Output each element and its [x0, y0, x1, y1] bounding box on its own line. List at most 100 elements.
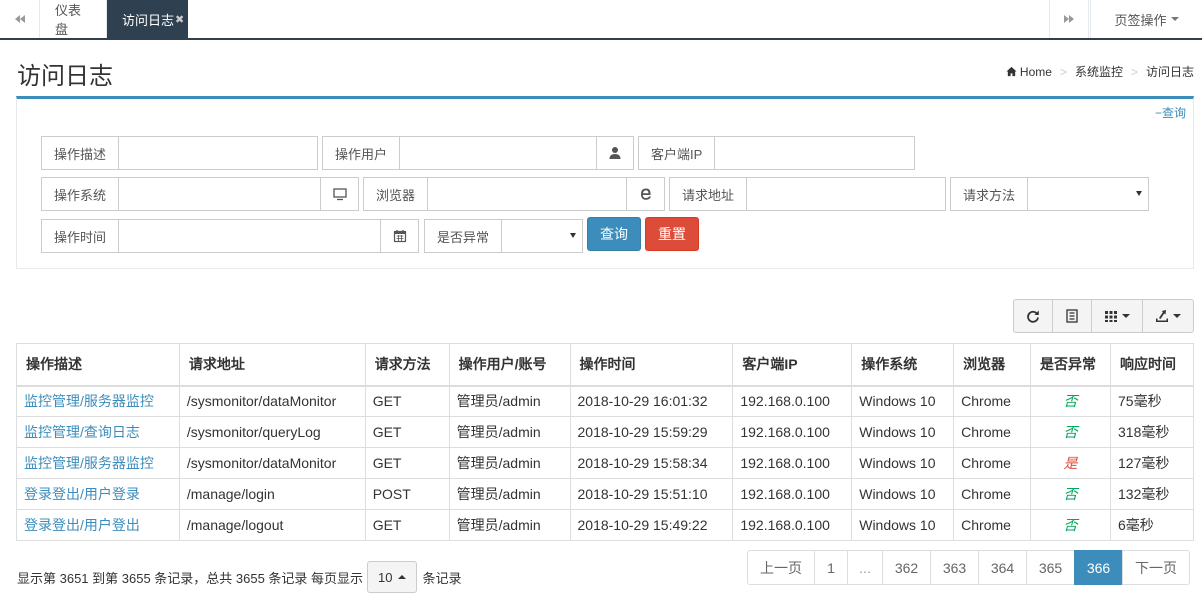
page-button[interactable]: 1	[814, 550, 848, 585]
tab-dashboard[interactable]: 仪表盘	[40, 0, 107, 38]
cell-os: Windows 10	[851, 509, 955, 541]
date-picker-button[interactable]	[380, 220, 418, 252]
cell-desc: 登录登出/用户登出	[16, 509, 180, 541]
page-size-value: 10	[378, 569, 393, 585]
tab-scroll-right-button[interactable]	[1049, 0, 1089, 38]
cell-response-time: 132毫秒	[1110, 478, 1194, 510]
cell-time: 2018-10-29 16:01:32	[570, 385, 734, 417]
toggle-view-button[interactable]	[1052, 299, 1092, 333]
internet-explorer-icon	[640, 188, 651, 200]
table-row[interactable]: 监控管理/服务器监控 /sysmonitor/dataMonitor GET 管…	[16, 447, 1194, 479]
close-icon[interactable]: ✖	[175, 13, 184, 26]
column-header-user[interactable]: 操作用户/账号	[449, 343, 571, 387]
method-select[interactable]	[1028, 178, 1148, 210]
desc-link[interactable]: 监控管理/查询日志	[24, 424, 140, 440]
cell-user: 管理员/admin	[449, 509, 571, 541]
collapse-search-link[interactable]: −查询	[1155, 104, 1186, 121]
browser-picker-button[interactable]	[626, 178, 664, 210]
cell-os: Windows 10	[851, 447, 955, 479]
cell-exception: 否	[1030, 416, 1111, 448]
browser-input[interactable]	[428, 178, 626, 210]
page-button[interactable]: 364	[978, 550, 1027, 585]
column-header-os[interactable]: 操作系统	[851, 343, 955, 387]
cell-response-time: 6毫秒	[1110, 509, 1194, 541]
home-icon	[1006, 66, 1017, 77]
desc-link[interactable]: 登录登出/用户登录	[24, 486, 140, 502]
cell-ip: 192.168.0.100	[732, 416, 853, 448]
user-input[interactable]	[400, 137, 597, 169]
pagination-info-text: 显示第 3651 到第 3655 条记录，总共 3655 条记录 每页显示	[17, 570, 364, 586]
page-button-current[interactable]: 366	[1074, 550, 1123, 585]
cell-time: 2018-10-29 15:59:29	[570, 416, 734, 448]
tab-label: 仪表盘	[55, 3, 82, 37]
minus-icon: −	[1154, 106, 1162, 120]
query-button[interactable]: 查询	[587, 217, 641, 251]
reset-button[interactable]: 重置	[645, 217, 699, 251]
next-page-button[interactable]: 下一页	[1122, 550, 1190, 585]
prev-page-button[interactable]: 上一页	[747, 550, 815, 585]
user-picker-button[interactable]	[596, 137, 633, 169]
breadcrumb-system-monitor[interactable]: 系统监控	[1075, 63, 1123, 80]
os-input[interactable]	[119, 178, 320, 210]
table-row[interactable]: 登录登出/用户登录 /manage/login POST 管理员/admin 2…	[16, 478, 1194, 510]
cell-method: GET	[365, 447, 450, 479]
os-picker-button[interactable]	[320, 178, 358, 210]
exception-badge: 是	[1063, 455, 1078, 471]
tab-label: 访问日志	[122, 12, 175, 28]
pagination: 上一页 1 ... 362 363 364 365 366 下一页	[747, 550, 1190, 585]
cell-user: 管理员/admin	[449, 447, 571, 479]
tab-access-log[interactable]: 访问日志 ✖	[107, 0, 188, 38]
breadcrumb-current: 访问日志	[1145, 65, 1194, 79]
table-row[interactable]: 监控管理/查询日志 /sysmonitor/queryLog GET 管理员/a…	[16, 416, 1194, 448]
column-header-time[interactable]: 操作时间	[570, 343, 734, 387]
exception-select[interactable]	[502, 220, 582, 252]
desc-input[interactable]	[119, 137, 317, 169]
cell-ip: 192.168.0.100	[732, 447, 853, 479]
desc-link[interactable]: 监控管理/服务器监控	[24, 455, 154, 471]
tab-bar: 仪表盘 访问日志 ✖ 页签操作	[0, 0, 1202, 40]
cell-exception: 是	[1030, 447, 1111, 479]
column-header-browser[interactable]: 浏览器	[953, 343, 1032, 387]
time-label: 操作时间	[42, 220, 120, 252]
cell-desc: 监控管理/查询日志	[16, 416, 180, 448]
columns-button[interactable]	[1091, 299, 1143, 333]
page-button[interactable]: 362	[882, 550, 931, 585]
column-header-url[interactable]: 请求地址	[179, 343, 366, 387]
column-header-method[interactable]: 请求方法	[365, 343, 450, 387]
double-chevron-right-icon	[1064, 15, 1074, 23]
page-title: 访问日志	[17, 63, 113, 90]
cell-method: GET	[365, 385, 450, 417]
time-input[interactable]	[119, 220, 380, 252]
cell-os: Windows 10	[851, 385, 955, 417]
cell-exception: 否	[1030, 509, 1111, 541]
column-header-ip[interactable]: 客户端IP	[732, 343, 853, 387]
ip-filter-group: 客户端IP	[638, 136, 915, 170]
dropdown-arrow-icon	[1136, 191, 1142, 196]
ip-input[interactable]	[715, 137, 914, 169]
url-input[interactable]	[747, 178, 945, 210]
browser-label: 浏览器	[364, 178, 429, 210]
refresh-button[interactable]	[1013, 299, 1053, 333]
table-row[interactable]: 登录登出/用户登出 /manage/logout GET 管理员/admin 2…	[16, 509, 1194, 541]
column-header-desc[interactable]: 操作描述	[16, 343, 180, 387]
tab-actions-label: 页签操作	[1114, 12, 1167, 28]
column-header-response-time[interactable]: 响应时间	[1110, 343, 1194, 387]
cell-url: /sysmonitor/queryLog	[179, 416, 366, 448]
cell-os: Windows 10	[851, 416, 955, 448]
page-button[interactable]: 363	[930, 550, 979, 585]
os-label: 操作系统	[42, 178, 120, 210]
cell-url: /manage/logout	[179, 509, 366, 541]
tab-scroll-left-button[interactable]	[0, 0, 40, 38]
tab-actions-dropdown[interactable]: 页签操作	[1090, 0, 1202, 38]
page-button[interactable]: 365	[1026, 550, 1075, 585]
desc-link[interactable]: 监控管理/服务器监控	[24, 393, 154, 409]
breadcrumb-home[interactable]: Home	[1020, 65, 1052, 79]
cell-browser: Chrome	[953, 416, 1032, 448]
column-header-exception[interactable]: 是否异常	[1030, 343, 1111, 387]
table-row[interactable]: 监控管理/服务器监控 /sysmonitor/dataMonitor GET 管…	[16, 385, 1194, 417]
page-size-dropdown[interactable]: 10	[367, 561, 417, 593]
caret-up-icon	[397, 575, 406, 579]
table-toolbar	[1013, 299, 1194, 333]
export-button[interactable]	[1142, 299, 1194, 333]
desc-link[interactable]: 登录登出/用户登出	[24, 517, 140, 533]
